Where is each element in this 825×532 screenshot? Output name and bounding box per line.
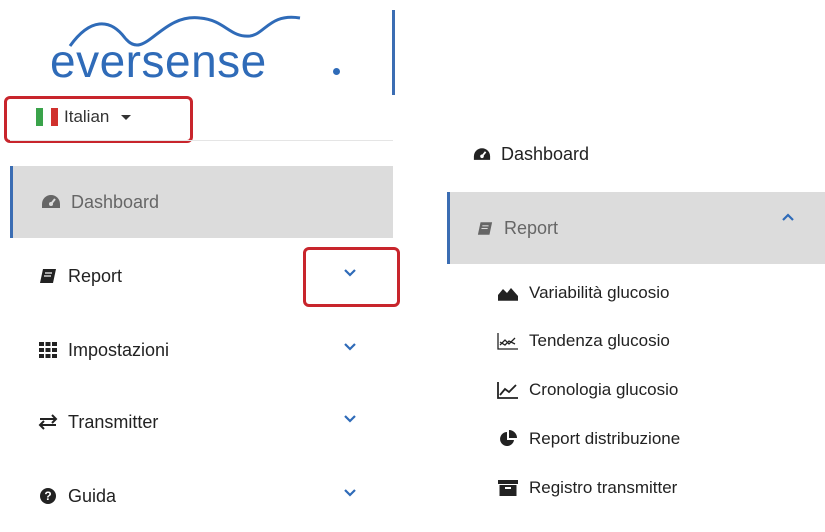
- sidebar-item-label: Report: [68, 265, 123, 286]
- sidebar-item-label: Dashboard: [501, 143, 590, 164]
- logo-dot: [333, 68, 340, 75]
- chevron-down-icon[interactable]: [343, 342, 357, 352]
- sidebar-item-label: Impostazioni: [68, 339, 170, 360]
- submenu-item-registro[interactable]: Registro transmitter: [497, 473, 677, 503]
- eversense-logo: eversense: [50, 8, 350, 88]
- pie-chart-icon: [497, 430, 519, 448]
- logo-text: eversense: [50, 35, 267, 87]
- sidebar-item-guida[interactable]: ? Guida: [10, 460, 393, 532]
- right-sidebar: Dashboard Report Variabilità glucosio Te…: [447, 118, 825, 517]
- submenu-item-tendenza[interactable]: Tendenza glucosio: [497, 326, 670, 356]
- submenu-item-label: Registro transmitter: [529, 478, 678, 497]
- submenu-item-label: Report distribuzione: [529, 429, 681, 448]
- book-icon: [38, 267, 58, 285]
- svg-text:?: ?: [44, 489, 51, 503]
- question-circle-icon: ?: [38, 487, 58, 505]
- submenu-item-distribuzione[interactable]: Report distribuzione: [497, 424, 680, 454]
- sidebar-item-label: Dashboard: [71, 191, 160, 212]
- sidebar-item-report[interactable]: Report: [447, 192, 825, 264]
- highlight-chevron: [303, 247, 400, 307]
- area-chart-icon: [497, 284, 519, 302]
- sidebar-item-label: Guida: [68, 485, 117, 506]
- line-chart-icon: [497, 381, 519, 399]
- submenu-item-label: Cronologia glucosio: [529, 380, 679, 399]
- sidebar-item-transmitter[interactable]: Transmitter: [10, 386, 393, 458]
- chevron-down-icon[interactable]: [343, 414, 357, 424]
- exchange-icon: [38, 413, 58, 431]
- submenu-item-label: Variabilità glucosio: [529, 283, 670, 302]
- grid-icon: [38, 341, 58, 359]
- book-icon: [476, 219, 494, 237]
- sidebar-item-dashboard[interactable]: Dashboard: [447, 118, 825, 190]
- sidebar-item-dashboard[interactable]: Dashboard: [10, 166, 393, 238]
- chevron-down-icon[interactable]: [343, 488, 357, 498]
- submenu-item-variabilita[interactable]: Variabilità glucosio: [497, 278, 669, 308]
- sidebar-item-label: Report: [504, 217, 559, 238]
- trend-chart-icon: [497, 332, 519, 350]
- archive-icon: [497, 479, 519, 497]
- sidebar-item-impostazioni[interactable]: Impostazioni: [10, 314, 393, 386]
- tachometer-icon: [41, 193, 61, 211]
- highlight-language: [4, 96, 193, 143]
- submenu-item-cronologia[interactable]: Cronologia glucosio: [497, 375, 678, 405]
- sidebar-item-label: Transmitter: [68, 411, 159, 432]
- chevron-up-icon[interactable]: [781, 212, 795, 222]
- tachometer-icon: [473, 145, 491, 163]
- sidebar-border: [392, 10, 395, 95]
- divider: [10, 140, 393, 141]
- submenu-item-label: Tendenza glucosio: [529, 331, 670, 350]
